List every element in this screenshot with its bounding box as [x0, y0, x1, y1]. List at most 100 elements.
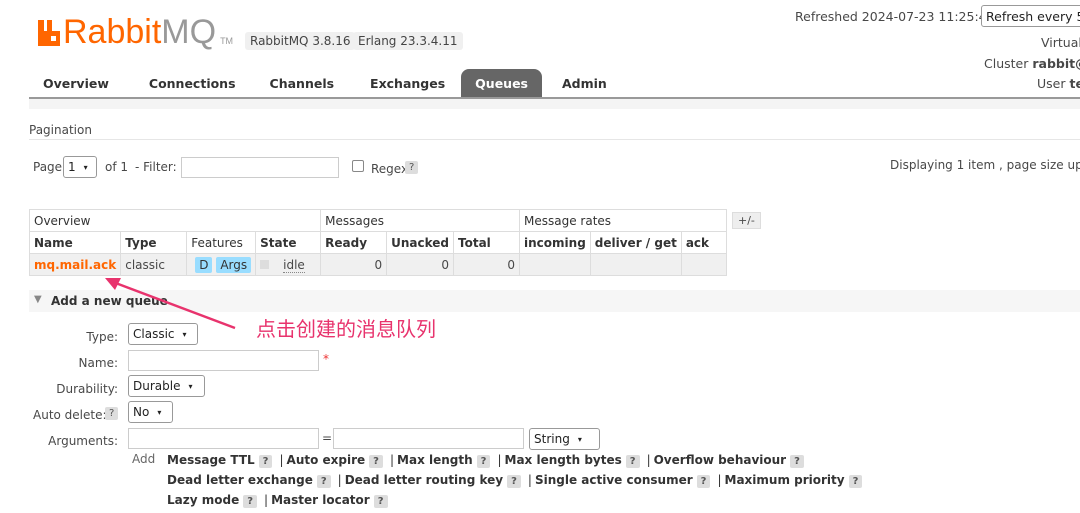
col-ack[interactable]: ack	[680, 231, 728, 254]
argument-shortcut-link[interactable]: Single active consumer	[535, 473, 693, 487]
regex-help-icon[interactable]: ?	[405, 161, 419, 174]
cluster-label: Cluster	[984, 56, 1029, 71]
tab-connections[interactable]: Connections	[135, 69, 250, 98]
page-select[interactable]: 1 ▾	[63, 156, 97, 178]
annotation-text: 点击创建的消息队列	[256, 317, 436, 341]
help-icon[interactable]: ?	[316, 475, 331, 488]
argument-shortcut-link[interactable]: Dead letter exchange	[167, 473, 313, 487]
col-type[interactable]: Type	[120, 231, 188, 254]
displaying-info: Displaying 1 item , page size up to	[890, 158, 1080, 172]
filter-input[interactable]	[181, 157, 339, 178]
pagination-divider	[29, 139, 1080, 140]
arguments-label: Arguments:	[48, 434, 118, 448]
help-icon[interactable]: ?	[790, 455, 804, 468]
auto-delete-value: No	[133, 405, 150, 419]
argument-shortcut-line: Message TTL? | Auto expire? | Max length? | Ma…	[167, 453, 866, 473]
help-icon[interactable]: ?	[373, 495, 388, 508]
separator: |	[337, 473, 342, 487]
durability-select[interactable]: Durable ▾	[128, 375, 205, 397]
refresh-interval-value: Refresh every 5 s	[986, 8, 1080, 24]
cluster-value: rabbit@e	[1032, 56, 1080, 71]
help-icon[interactable]: ?	[258, 455, 273, 468]
user-info: User tes	[1037, 76, 1080, 91]
add-argument-label: Add	[132, 452, 156, 466]
separator: |	[264, 493, 269, 507]
queues-table: Overview Messages Message rates Name Typ…	[28, 209, 728, 276]
group-overview: Overview	[28, 209, 322, 232]
argument-shortcut-link[interactable]: Max length	[397, 453, 473, 467]
regex-label: Regex	[371, 162, 409, 176]
tab-exchanges[interactable]: Exchanges	[356, 69, 459, 98]
argument-shortcut-line: Dead letter exchange? | Dead letter routin…	[167, 473, 866, 493]
col-name[interactable]: Name	[28, 231, 122, 254]
help-icon[interactable]: ?	[369, 455, 383, 468]
argument-shortcut-link[interactable]: Overflow behaviour	[654, 453, 787, 467]
queue-ready: 0	[320, 253, 388, 276]
col-features: Features	[186, 231, 257, 254]
tab-channels[interactable]: Channels	[256, 69, 349, 98]
argument-shortcut-link[interactable]: Lazy mode	[167, 493, 239, 507]
chevron-down-icon: ▾	[182, 329, 187, 339]
argument-shortcut-link[interactable]: Dead letter routing key	[345, 473, 503, 487]
tab-overview[interactable]: Overview	[29, 69, 123, 98]
col-incoming[interactable]: incoming	[519, 231, 591, 254]
chevron-down-icon: ▾	[157, 407, 162, 417]
separator: |	[497, 453, 502, 467]
regex-checkbox[interactable]	[352, 160, 364, 172]
tab-admin[interactable]: Admin	[548, 69, 621, 98]
argument-shortcut-link[interactable]: Auto expire	[287, 453, 366, 467]
auto-delete-select[interactable]: No ▾	[128, 401, 173, 423]
separator: |	[646, 453, 651, 467]
queue-type-select[interactable]: Classic ▾	[128, 323, 198, 345]
collapse-triangle-icon: ▼	[34, 294, 42, 305]
cluster-info: Cluster rabbit@e	[984, 56, 1080, 71]
chevron-down-icon: ▾	[188, 381, 193, 391]
version-badge: RabbitMQ 3.8.16	[245, 32, 356, 50]
help-icon[interactable]: ?	[848, 475, 863, 488]
col-ready[interactable]: Ready	[320, 231, 388, 254]
queue-state: idle	[283, 257, 305, 273]
separator: |	[279, 453, 284, 467]
argument-shortcut-line: Lazy mode? | Master locator?	[167, 493, 866, 513]
refresh-interval-select[interactable]: Refresh every 5 s	[981, 5, 1080, 27]
queue-ack	[680, 253, 728, 276]
columns-toggle-button[interactable]: +/-	[732, 212, 761, 229]
chevron-down-icon: ▾	[577, 434, 582, 444]
col-deliver-get[interactable]: deliver / get	[589, 231, 682, 254]
argument-key-input[interactable]	[128, 428, 319, 449]
argument-type-select[interactable]: String ▾	[529, 428, 600, 450]
rabbitmq-logo[interactable]: RabbitMQ TM	[38, 13, 233, 52]
argument-type-value: String	[534, 432, 570, 446]
help-icon[interactable]: ?	[625, 455, 640, 468]
help-icon[interactable]: ?	[243, 495, 258, 508]
page-of-label: of 1	[105, 160, 129, 174]
all-queues-header-band	[29, 99, 1080, 109]
help-icon[interactable]: ?	[696, 475, 711, 488]
argument-shortcut-link[interactable]: Maximum priority	[725, 473, 845, 487]
queue-total: 0	[453, 253, 521, 276]
page-label: Page	[33, 160, 63, 174]
separator: |	[389, 453, 395, 467]
chevron-down-icon: ▾	[83, 162, 88, 172]
user-value: tes	[1069, 76, 1080, 91]
queue-name-input[interactable]	[128, 350, 319, 371]
help-icon[interactable]: ?	[507, 475, 521, 488]
pagination-title: Pagination	[29, 123, 92, 137]
tab-queues[interactable]: Queues	[461, 69, 542, 98]
argument-shortcut-link[interactable]: Max length bytes	[505, 453, 622, 467]
separator: |	[717, 473, 722, 487]
col-total[interactable]: Total	[453, 231, 521, 254]
rabbit-logo-icon	[38, 20, 60, 46]
page-value: 1	[68, 160, 76, 174]
type-label: Type:	[86, 330, 118, 344]
auto-delete-help-icon[interactable]: ?	[105, 407, 119, 420]
virtual-host-label: Virtual	[1041, 35, 1080, 50]
argument-shortcut-link[interactable]: Message TTL	[167, 453, 255, 467]
col-unacked[interactable]: Unacked	[386, 231, 455, 254]
argument-shortcut-link[interactable]: Master locator	[271, 493, 370, 507]
help-icon[interactable]: ?	[476, 455, 491, 468]
argument-value-input[interactable]	[333, 428, 524, 449]
group-messages: Messages	[320, 209, 521, 232]
col-state[interactable]: State	[255, 231, 322, 254]
logo-tm: TM	[220, 36, 234, 46]
